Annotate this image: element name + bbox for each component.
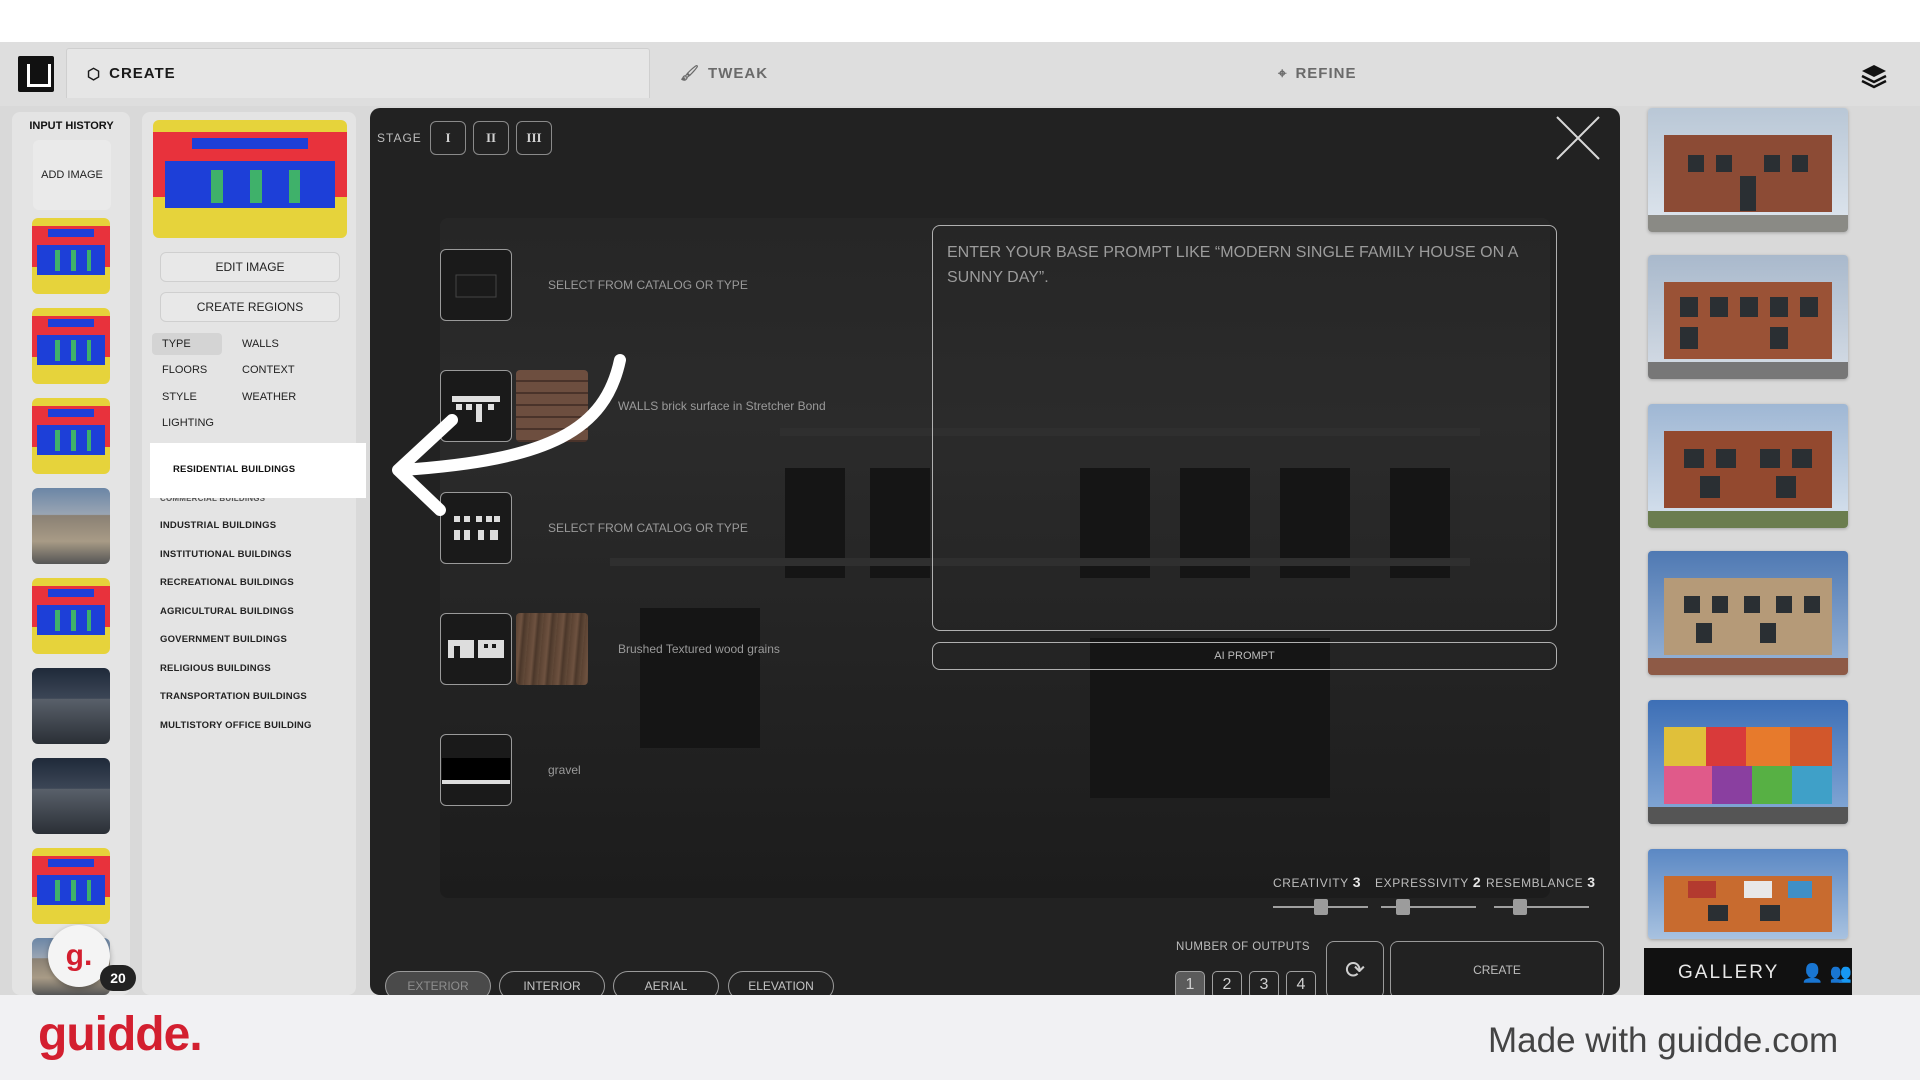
tab-tweak-label: TWEAK — [708, 64, 769, 82]
create-button[interactable]: CREATE — [1390, 941, 1604, 999]
history-thumbnail[interactable] — [32, 758, 110, 834]
creativity-label: CREATIVITY 3 — [1273, 874, 1362, 890]
base-prompt-input[interactable]: ENTER YOUR BASE PROMPT LIKE “MODERN SING… — [932, 225, 1557, 631]
category-residential[interactable]: RESIDENTIAL BUILDINGS — [173, 464, 295, 475]
ground-icon[interactable] — [440, 734, 512, 806]
made-with-text: Made with guidde.com — [1488, 1021, 1839, 1060]
number-of-outputs-label: NUMBER OF OUTPUTS — [1176, 941, 1310, 953]
gallery-image[interactable] — [1648, 404, 1848, 528]
pointer-arrow — [392, 354, 626, 516]
option-floors[interactable]: FLOORS — [152, 359, 207, 381]
gallery-image[interactable] — [1648, 700, 1848, 824]
gallery-image[interactable] — [1648, 255, 1848, 379]
tab-create[interactable]: ⬡ CREATE — [66, 48, 650, 98]
option-walls[interactable]: WALLS — [232, 333, 279, 355]
user-icon: 👤 — [1801, 962, 1824, 983]
resemblance-slider-track[interactable] — [1494, 906, 1589, 908]
app-logo[interactable] — [18, 56, 54, 92]
option-weather[interactable]: WEATHER — [232, 386, 296, 408]
material-row[interactable]: gravel — [440, 734, 581, 806]
history-thumbnail[interactable] — [32, 848, 110, 924]
stage-1-button[interactable]: I — [430, 121, 466, 155]
material-label: Brushed Textured wood grains — [618, 642, 780, 656]
option-context[interactable]: CONTEXT — [232, 359, 295, 381]
resemblance-slider-handle[interactable] — [1513, 899, 1527, 915]
material-label: gravel — [548, 763, 581, 777]
crosshair-icon: ⌖ — [1278, 64, 1288, 82]
resemblance-label: RESEMBLANCE 3 — [1486, 874, 1596, 890]
create-icon: ⬡ — [87, 65, 102, 83]
gallery-label: GALLERY — [1678, 962, 1780, 983]
history-thumbnail[interactable] — [32, 488, 110, 564]
tab-create-label: CREATE — [109, 65, 176, 82]
history-thumbnail[interactable] — [32, 218, 110, 294]
material-row[interactable]: Brushed Textured wood grains — [440, 613, 780, 685]
tab-refine-label: REFINE — [1295, 64, 1357, 82]
expressivity-label: EXPRESSIVITY 2 — [1375, 874, 1482, 890]
material-label: SELECT FROM CATALOG OR TYPE — [548, 278, 748, 292]
material-row[interactable]: SELECT FROM CATALOG OR TYPE — [440, 249, 748, 321]
input-history-title: INPUT HISTORY — [29, 120, 114, 132]
gallery-image[interactable] — [1648, 551, 1848, 675]
option-type[interactable]: TYPE — [152, 333, 222, 355]
team-icon: 👥 — [1829, 962, 1853, 983]
create-regions-button[interactable]: CREATE REGIONS — [160, 292, 340, 322]
tab-tweak[interactable]: 🖌 TWEAK — [660, 48, 1250, 98]
history-thumbnail[interactable] — [32, 668, 110, 744]
category-religious[interactable]: RELIGIOUS BUILDINGS — [160, 663, 271, 674]
category-industrial[interactable]: INDUSTRIAL BUILDINGS — [160, 520, 276, 531]
history-thumbnail[interactable] — [32, 308, 110, 384]
stage-label: STAGE — [377, 131, 422, 145]
layers-icon[interactable] — [1860, 62, 1888, 90]
expressivity-slider-handle[interactable] — [1396, 899, 1410, 915]
gallery-button[interactable]: GALLERY 👤 👥 — [1644, 948, 1852, 998]
creativity-slider-handle[interactable] — [1314, 899, 1328, 915]
notification-count-badge: 20 — [100, 965, 136, 991]
category-multistory-office[interactable]: MULTISTORY OFFICE BUILDING — [160, 720, 312, 731]
category-transportation[interactable]: TRANSPORTATION BUILDINGS — [160, 691, 307, 702]
option-lighting[interactable]: LIGHTING — [152, 412, 214, 434]
gallery-image[interactable] — [1648, 849, 1848, 939]
stage-2-button[interactable]: II — [473, 121, 509, 155]
option-style[interactable]: STYLE — [152, 386, 197, 408]
tab-refine[interactable]: ⌖ REFINE — [1258, 48, 1848, 98]
gallery-image[interactable] — [1648, 108, 1848, 232]
doors-icon[interactable] — [440, 613, 512, 685]
current-input-image[interactable] — [153, 120, 347, 238]
wood-swatch-image[interactable] — [516, 613, 588, 685]
add-image-button[interactable]: ADD IMAGE — [33, 140, 111, 210]
ai-prompt-button[interactable]: AI PROMPT — [932, 642, 1557, 670]
stage-3-button[interactable]: III — [516, 121, 552, 155]
category-government[interactable]: GOVERNMENT BUILDINGS — [160, 634, 287, 645]
category-recreational[interactable]: RECREATIONAL BUILDINGS — [160, 577, 294, 588]
history-thumbnail[interactable] — [32, 398, 110, 474]
category-agricultural[interactable]: AGRICULTURAL BUILDINGS — [160, 606, 294, 617]
category-institutional[interactable]: INSTITUTIONAL BUILDINGS — [160, 549, 292, 560]
brush-icon: 🖌 — [680, 65, 701, 82]
edit-image-button[interactable]: EDIT IMAGE — [160, 252, 340, 282]
material-slot-icon[interactable] — [440, 249, 512, 321]
material-label: WALLS brick surface in Stretcher Bond — [618, 399, 826, 413]
guidde-logo[interactable]: guidde. — [38, 1007, 203, 1062]
refresh-icon[interactable]: ⟳ — [1326, 941, 1384, 999]
close-icon[interactable] — [1553, 113, 1603, 163]
top-blank-area — [0, 0, 1920, 42]
history-thumbnail[interactable] — [32, 578, 110, 654]
